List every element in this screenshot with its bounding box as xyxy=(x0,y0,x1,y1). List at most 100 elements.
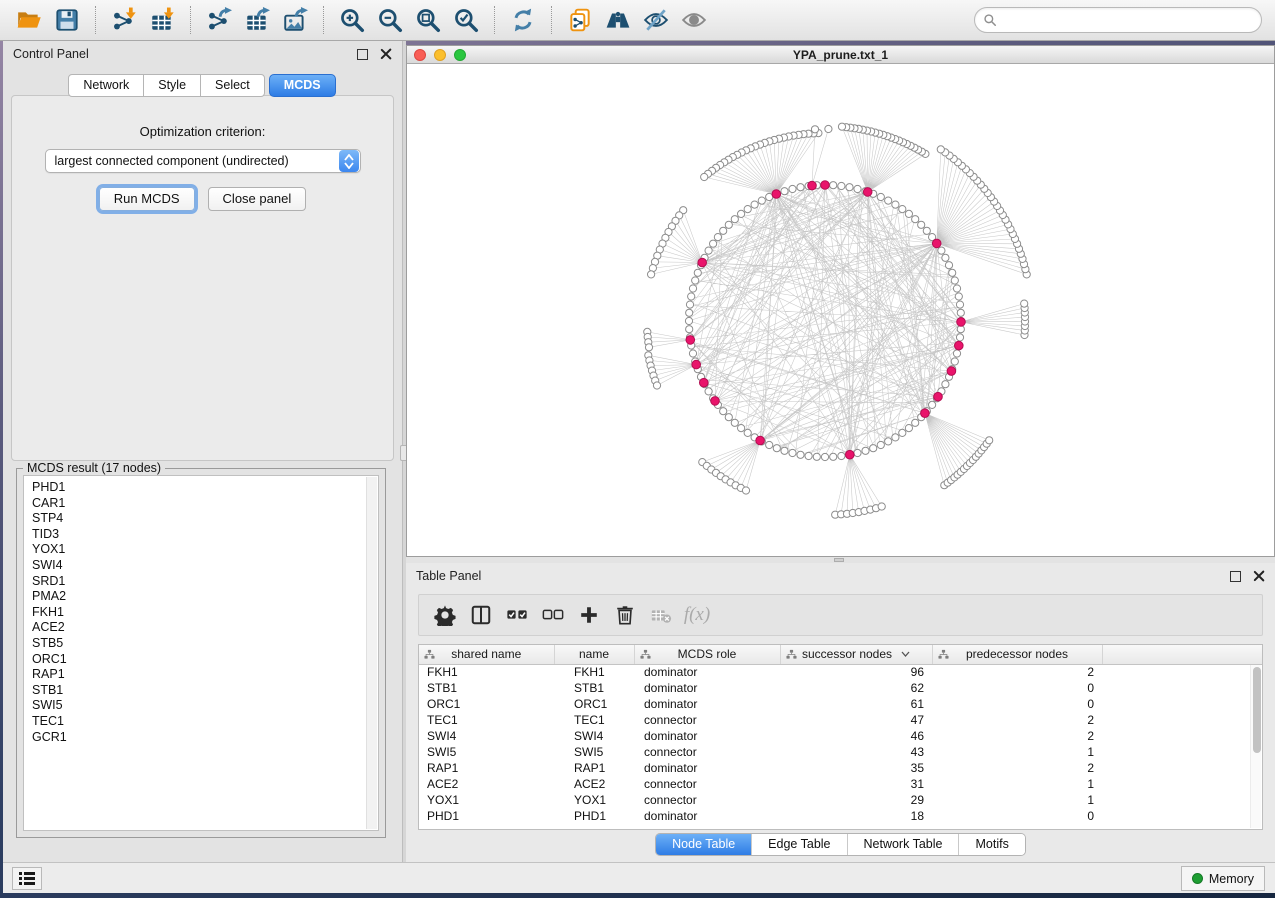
cell-predecessor-nodes[interactable]: 2 xyxy=(932,712,1102,728)
mcds-result-item[interactable]: TID3 xyxy=(28,527,364,543)
mcds-hub-node[interactable] xyxy=(863,188,872,197)
cell-mcds-role[interactable]: dominator xyxy=(634,808,780,824)
cell-mcds-role[interactable]: connector xyxy=(634,776,780,792)
mcds-result-item[interactable]: STB5 xyxy=(28,636,364,652)
mcds-hub-node[interactable] xyxy=(921,409,930,418)
mcds-hub-node[interactable] xyxy=(955,341,964,350)
settings-gear-button[interactable] xyxy=(427,598,463,632)
mcds-result-item[interactable]: YOX1 xyxy=(28,542,364,558)
mcds-hub-node[interactable] xyxy=(698,258,707,267)
table-row[interactable]: STB1 STB1 dominator 62 0 xyxy=(419,680,1263,696)
cell-name[interactable]: FKH1 xyxy=(554,664,634,680)
panel-menu-button[interactable] xyxy=(12,867,42,890)
cell-predecessor-nodes[interactable]: 1 xyxy=(932,744,1102,760)
mcds-result-item[interactable]: SRD1 xyxy=(28,574,364,590)
mcds-result-item[interactable]: ORC1 xyxy=(28,652,364,668)
zoom-in-button[interactable] xyxy=(333,4,371,36)
table-row[interactable]: SWI4 SWI4 dominator 46 2 xyxy=(419,728,1263,744)
cell-successor-nodes[interactable]: 61 xyxy=(780,696,932,712)
mcds-result-item[interactable]: GCR1 xyxy=(28,730,364,746)
import-network-button[interactable] xyxy=(105,4,143,36)
table-row[interactable]: RAP1 RAP1 dominator 35 2 xyxy=(419,760,1263,776)
column-header-name[interactable]: name xyxy=(554,645,634,664)
cell-name[interactable]: ORC1 xyxy=(554,696,634,712)
cell-name[interactable]: TEC1 xyxy=(554,712,634,728)
mcds-hub-node[interactable] xyxy=(808,181,817,190)
clone-network-button[interactable] xyxy=(561,4,599,36)
cell-mcds-role[interactable]: dominator xyxy=(634,760,780,776)
mcds-result-item[interactable]: PHD1 xyxy=(28,480,364,496)
cell-shared-name[interactable]: PHD1 xyxy=(419,808,554,824)
network-graph[interactable] xyxy=(407,64,1274,556)
table-row[interactable]: PHD1 PHD1 dominator 18 0 xyxy=(419,808,1263,824)
cell-successor-nodes[interactable]: 43 xyxy=(780,744,932,760)
mcds-hub-node[interactable] xyxy=(947,367,956,376)
split-columns-button[interactable] xyxy=(463,598,499,632)
optimization-criterion-select[interactable]: largest connected component (undirected) xyxy=(45,149,361,173)
mcds-result-item[interactable]: TEC1 xyxy=(28,714,364,730)
cell-successor-nodes[interactable]: 47 xyxy=(780,712,932,728)
cell-successor-nodes[interactable]: 35 xyxy=(780,760,932,776)
zoom-fit-button[interactable] xyxy=(409,4,447,36)
cell-predecessor-nodes[interactable]: 2 xyxy=(932,728,1102,744)
cell-name[interactable]: SWI4 xyxy=(554,728,634,744)
network-window-titlebar[interactable]: YPA_prune.txt_1 xyxy=(407,46,1274,64)
cell-name[interactable]: PHD1 xyxy=(554,808,634,824)
cell-predecessor-nodes[interactable]: 2 xyxy=(932,664,1102,680)
mcds-result-item[interactable]: FKH1 xyxy=(28,605,364,621)
mcds-result-item[interactable]: PMA2 xyxy=(28,589,364,605)
cell-name[interactable]: YOX1 xyxy=(554,792,634,808)
export-network-button[interactable] xyxy=(200,4,238,36)
mcds-hub-node[interactable] xyxy=(821,181,830,190)
table-row[interactable]: ACE2 ACE2 connector 31 1 xyxy=(419,776,1263,792)
network-nodes[interactable] xyxy=(644,123,1031,518)
mcds-result-item[interactable]: CAR1 xyxy=(28,496,364,512)
export-table-button[interactable] xyxy=(238,4,276,36)
cell-shared-name[interactable]: SWI5 xyxy=(419,744,554,760)
deselect-all-button[interactable] xyxy=(535,598,571,632)
table-row[interactable]: TEC1 TEC1 connector 47 2 xyxy=(419,712,1263,728)
mcds-result-item[interactable]: ACE2 xyxy=(28,620,364,636)
mcds-result-item[interactable]: STB1 xyxy=(28,683,364,699)
search-box[interactable] xyxy=(974,7,1262,33)
show-all-button[interactable] xyxy=(675,4,713,36)
mcds-hub-node[interactable] xyxy=(772,190,781,199)
mcds-hub-node[interactable] xyxy=(700,378,709,387)
cell-predecessor-nodes[interactable]: 1 xyxy=(932,792,1102,808)
cell-mcds-role[interactable]: connector xyxy=(634,744,780,760)
select-all-button[interactable] xyxy=(499,598,535,632)
cell-successor-nodes[interactable]: 46 xyxy=(780,728,932,744)
memory-button[interactable]: Memory xyxy=(1181,866,1265,891)
tab-motifs[interactable]: Motifs xyxy=(958,834,1024,855)
search-input[interactable] xyxy=(1003,13,1253,27)
table-scrollbar[interactable] xyxy=(1250,665,1261,828)
mcds-result-item[interactable]: SWI5 xyxy=(28,698,364,714)
mcds-hub-node[interactable] xyxy=(957,318,966,327)
add-column-button[interactable] xyxy=(571,598,607,632)
column-header-successor-nodes[interactable]: successor nodes xyxy=(780,645,932,664)
cell-shared-name[interactable]: ORC1 xyxy=(419,696,554,712)
find-button[interactable] xyxy=(599,4,637,36)
cell-successor-nodes[interactable]: 31 xyxy=(780,776,932,792)
cell-successor-nodes[interactable]: 62 xyxy=(780,680,932,696)
cell-shared-name[interactable]: FKH1 xyxy=(419,664,554,680)
cell-mcds-role[interactable]: dominator xyxy=(634,696,780,712)
float-table-panel-icon[interactable] xyxy=(1230,571,1241,582)
mcds-hub-node[interactable] xyxy=(711,397,720,406)
import-table-button[interactable] xyxy=(143,4,181,36)
cell-predecessor-nodes[interactable]: 0 xyxy=(932,808,1102,824)
open-folder-button[interactable] xyxy=(10,4,48,36)
column-header-MCDS-role[interactable]: MCDS role xyxy=(634,645,780,664)
table-row[interactable]: YOX1 YOX1 connector 29 1 xyxy=(419,792,1263,808)
mcds-hub-node[interactable] xyxy=(686,336,695,345)
float-panel-icon[interactable] xyxy=(357,49,368,60)
tab-network-table[interactable]: Network Table xyxy=(847,834,959,855)
cell-shared-name[interactable]: TEC1 xyxy=(419,712,554,728)
cell-mcds-role[interactable]: dominator xyxy=(634,664,780,680)
close-table-panel-icon[interactable] xyxy=(1253,570,1265,582)
cell-successor-nodes[interactable]: 18 xyxy=(780,808,932,824)
mcds-result-item[interactable]: RAP1 xyxy=(28,667,364,683)
column-header-shared-name[interactable]: shared name xyxy=(419,645,554,664)
cell-mcds-role[interactable]: dominator xyxy=(634,680,780,696)
table-row[interactable]: FKH1 FKH1 dominator 96 2 xyxy=(419,664,1263,680)
